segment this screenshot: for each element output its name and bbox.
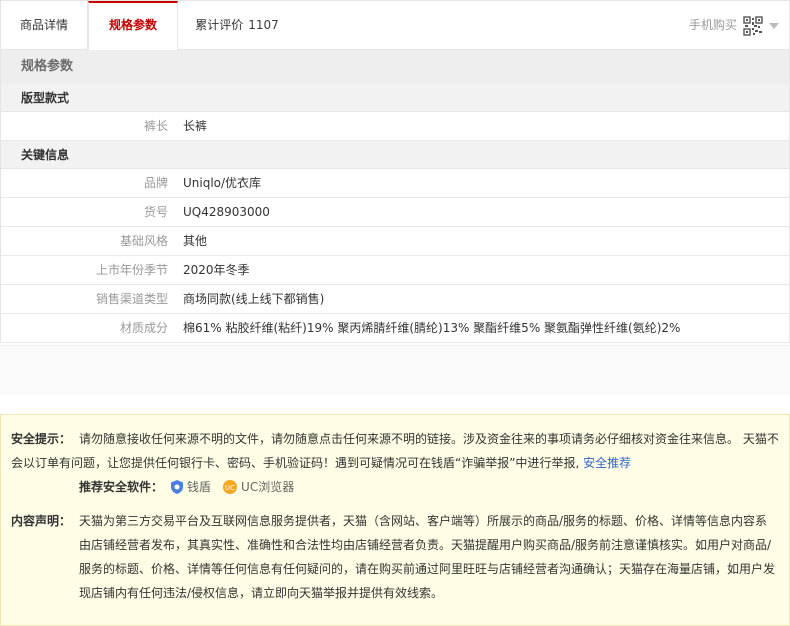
- qr-code-icon: [743, 15, 763, 36]
- tab-product-details[interactable]: 商品详情: [1, 1, 88, 50]
- content-line: 现店铺内有任何违法/侵权信息，请立即向天猫举报并提供有效线索。: [79, 586, 444, 600]
- tab-specs[interactable]: 规格参数: [88, 1, 178, 51]
- safety-text: 请勿随意接收任何来源不明的文件，请勿随意点击任何来源不明的链接。涉及资金往来的事…: [79, 427, 779, 451]
- spec-value: 商场同款(线上线下都销售): [183, 292, 325, 306]
- content-label: 内容声明：: [11, 514, 72, 528]
- svg-text:UC: UC: [225, 484, 235, 492]
- software-label: 推荐安全软件：: [79, 480, 164, 494]
- spec-group-title: 关键信息: [0, 141, 790, 169]
- spec-value: 2020年冬季: [183, 263, 250, 277]
- software-uc-link[interactable]: UC浏览器: [241, 475, 294, 499]
- spec-row: 销售渠道类型 商场同款(线上线下都销售): [0, 285, 790, 314]
- content-notice-cont: 由店铺经营者发布，其真实性、准确性和合法性均由店铺经营者负责。天猫提醒用户购买商…: [11, 533, 779, 605]
- recommended-software: 推荐安全软件： 钱盾 UC UC浏览器: [11, 475, 779, 499]
- tab-label: 规格参数: [108, 18, 157, 32]
- safety-line-2: 会以订单有问题，让您提供任何银行卡、密码、手机验证码！遇到可疑情况可在钱盾“诈骗…: [11, 456, 584, 470]
- review-count: 1107: [248, 18, 279, 32]
- safety-notice: 安全提示： 请勿随意接收任何来源不明的文件，请勿随意点击任何来源不明的链接。涉及…: [11, 427, 779, 451]
- mobile-buy-label: 手机购买: [688, 18, 737, 32]
- tab-label: 商品详情: [19, 18, 68, 32]
- content-text: 天猫为第三方交易平台及互联网信息服务提供者，天猫（含网站、客户端等）所展示的商品…: [79, 509, 767, 533]
- spec-key: 品牌: [143, 176, 168, 190]
- software-qiandun-link[interactable]: 钱盾: [187, 475, 211, 499]
- spec-value: Uniqlo/优衣库: [183, 176, 262, 190]
- spec-value: 棉61% 粘胶纤维(粘纤)19% 聚丙烯腈纤维(腈纶)13% 聚酯纤维5% 聚氨…: [183, 321, 681, 335]
- spec-key: 上市年份季节: [95, 263, 168, 277]
- spec-value: 长裤: [183, 119, 208, 133]
- qiandun-shield-icon: [171, 480, 184, 494]
- safety-label: 安全提示：: [11, 432, 72, 446]
- spec-group-title: 版型款式: [0, 84, 790, 112]
- spec-row: 基础风格 其他: [0, 227, 790, 256]
- mobile-buy-button[interactable]: 手机购买: [689, 1, 779, 50]
- spec-key: 裤长: [143, 119, 168, 133]
- content-line: 天猫为第三方交易平台及互联网信息服务提供者，天猫（含网站、客户端等）所展示的商品…: [79, 514, 768, 528]
- notice-panel: 安全提示： 请勿随意接收任何来源不明的文件，请勿随意点击任何来源不明的链接。涉及…: [0, 414, 790, 626]
- spec-value: UQ428903000: [183, 205, 270, 219]
- spec-key: 材质成分: [119, 321, 168, 335]
- chevron-down-icon: [769, 22, 779, 29]
- content-notice: 内容声明： 天猫为第三方交易平台及互联网信息服务提供者，天猫（含网站、客户端等）…: [11, 509, 779, 533]
- safety-line-1: 请勿随意接收任何来源不明的文件，请勿随意点击任何来源不明的链接。涉及资金往来的事…: [79, 432, 779, 446]
- uc-browser-icon: UC: [223, 480, 238, 494]
- content-line: 由店铺经营者发布，其真实性、准确性和合法性均由店铺经营者负责。天猫提醒用户购买商…: [79, 538, 772, 552]
- safety-text-cont: 会以订单有问题，让您提供任何银行卡、密码、手机验证码！遇到可疑情况可在钱盾“诈骗…: [11, 451, 631, 475]
- safety-recommend-link[interactable]: 安全推荐: [583, 456, 631, 470]
- spacer-area: [0, 345, 790, 395]
- specs-panel: 规格参数 版型款式 裤长 长裤 关键信息 品牌 Uniqlo/优衣库 货号 UQ…: [0, 50, 790, 343]
- tab-reviews[interactable]: 累计评价 1107: [178, 1, 296, 50]
- content-line: 服务的标题、价格、详情等任何信息有任何疑问的，请在购买前通过阿里旺旺与店铺经营者…: [79, 562, 776, 576]
- safety-notice-cont: 会以订单有问题，让您提供任何银行卡、密码、手机验证码！遇到可疑情况可在钱盾“诈骗…: [11, 451, 779, 475]
- spec-row: 上市年份季节 2020年冬季: [0, 256, 790, 285]
- specs-title: 规格参数: [0, 50, 790, 84]
- spec-key: 基础风格: [119, 234, 168, 248]
- spec-row: 品牌 Uniqlo/优衣库: [0, 169, 790, 198]
- tab-bar: 商品详情 规格参数 累计评价 1107 手机购买: [0, 0, 790, 51]
- spec-value: 其他: [183, 234, 208, 248]
- spec-row: 货号 UQ428903000: [0, 198, 790, 227]
- spec-key: 销售渠道类型: [95, 292, 168, 306]
- spec-key: 货号: [143, 205, 168, 219]
- spec-row: 裤长 长裤: [0, 112, 790, 141]
- spec-row: 材质成分 棉61% 粘胶纤维(粘纤)19% 聚丙烯腈纤维(腈纶)13% 聚酯纤维…: [0, 314, 790, 343]
- tab-label: 累计评价: [195, 18, 244, 32]
- content-text-cont: 由店铺经营者发布，其真实性、准确性和合法性均由店铺经营者负责。天猫提醒用户购买商…: [79, 533, 775, 605]
